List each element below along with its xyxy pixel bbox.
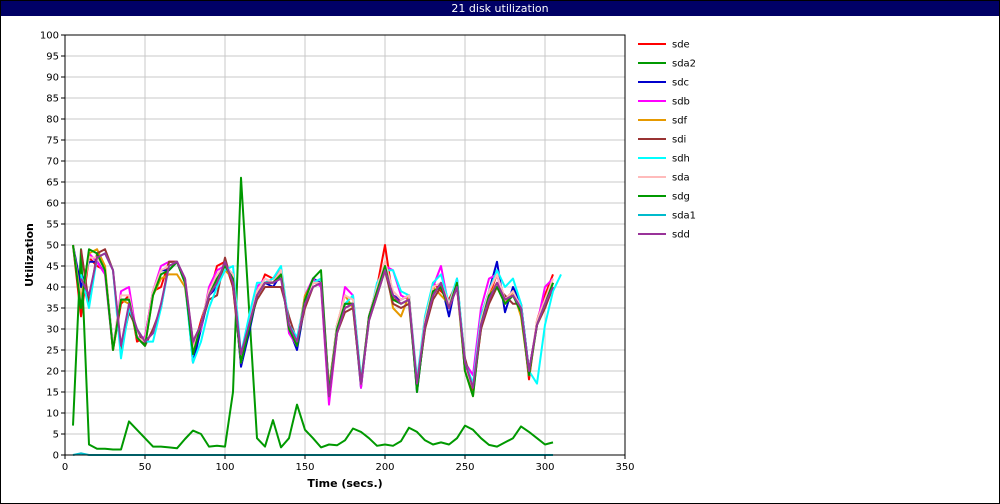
legend-label-sdf: sdf	[672, 116, 688, 127]
y-tick-label: 85	[46, 94, 59, 105]
y-tick-label: 40	[46, 283, 59, 294]
grid-lines	[64, 34, 626, 456]
legend: sde sda2 sdc sdb sdf sdi sdh sda sdg sda1 sdd	[638, 40, 696, 241]
legend-label-sda1: sda1	[672, 211, 696, 222]
x-tick-label: 300	[535, 462, 554, 473]
legend-label-sdh: sdh	[672, 154, 690, 165]
y-tick-label: 20	[46, 367, 59, 378]
x-tick-label: 200	[375, 462, 394, 473]
y-tick-label: 75	[46, 136, 59, 147]
utilization-line-chart: 0 5 10 15 20 25 30 35 40 45 50 55 60 65 70 75 80 85 90 95 10…	[23, 31, 696, 491]
y-tick-label: 90	[46, 73, 59, 84]
legend-label-sda: sda	[672, 173, 690, 184]
x-tick-label: 350	[615, 462, 634, 473]
y-tick-label: 65	[46, 178, 59, 189]
legend-label-sdc: sdc	[672, 78, 689, 89]
y-tick-label: 95	[46, 52, 59, 63]
x-tick-label: 250	[455, 462, 474, 473]
x-tick-label: 150	[295, 462, 314, 473]
legend-label-sda2: sda2	[672, 59, 696, 70]
y-tick-label: 70	[46, 157, 59, 168]
x-tick-label: 100	[215, 462, 234, 473]
y-tick-label: 5	[53, 430, 59, 441]
y-tick-label: 0	[53, 451, 59, 462]
y-tick-label: 60	[46, 199, 59, 210]
y-tick-label: 55	[46, 220, 59, 231]
legend-label-sdg: sdg	[672, 192, 690, 203]
y-tick-label: 80	[46, 115, 59, 126]
y-tick-label: 30	[46, 325, 59, 336]
y-tick-label: 45	[46, 262, 59, 273]
x-tick-label: 0	[62, 462, 68, 473]
legend-label-sdi: sdi	[672, 135, 686, 146]
x-axis-label: Time (secs.)	[307, 477, 382, 490]
y-tick-label: 15	[46, 388, 59, 399]
x-tick-label: 50	[139, 462, 152, 473]
legend-label-sdd: sdd	[672, 230, 690, 241]
y-tick-label: 50	[46, 241, 59, 252]
y-tick-label: 10	[46, 409, 59, 420]
legend-label-sde: sde	[672, 40, 690, 51]
y-tick-label: 100	[40, 31, 59, 42]
y-tick-label: 35	[46, 304, 59, 315]
y-axis-label: Utilization	[23, 223, 36, 287]
y-tick-label: 25	[46, 346, 59, 357]
legend-label-sdb: sdb	[672, 97, 690, 108]
